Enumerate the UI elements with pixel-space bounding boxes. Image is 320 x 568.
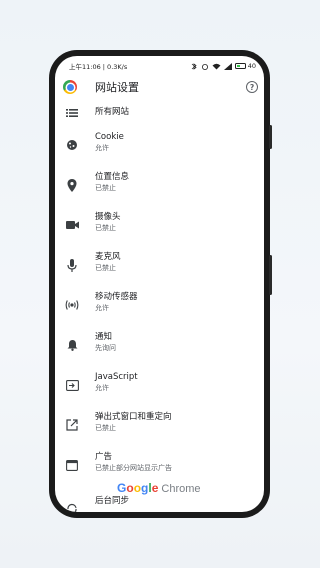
setting-label: 所有网站 bbox=[95, 107, 130, 117]
app-bar: 网站设置 ? bbox=[55, 76, 264, 98]
setting-label: 移动传感器 bbox=[95, 292, 138, 302]
setting-status: 允许 bbox=[95, 384, 109, 392]
google-chrome-watermark: Google Chrome bbox=[117, 481, 201, 495]
setting-label: 弹出式窗口和重定向 bbox=[95, 412, 172, 422]
setting-row-notifications[interactable]: 通知 先询问 bbox=[55, 330, 264, 370]
power-button bbox=[269, 255, 272, 295]
page-title: 网站设置 bbox=[95, 81, 139, 94]
setting-row-javascript[interactable]: JavaScript 允许 bbox=[55, 370, 264, 410]
location-pin-icon bbox=[65, 178, 79, 192]
signal-icon bbox=[223, 62, 232, 70]
setting-status: 已禁止 bbox=[95, 424, 116, 432]
setting-row-cookie[interactable]: Cookie 允许 bbox=[55, 130, 264, 170]
setting-label: 麦克风 bbox=[95, 252, 121, 262]
setting-label: 广告 bbox=[95, 452, 113, 462]
open-external-icon bbox=[65, 418, 79, 432]
sync-icon bbox=[65, 502, 79, 512]
setting-status: 已禁止 bbox=[95, 184, 116, 192]
chrome-wordmark: Chrome bbox=[161, 483, 201, 495]
google-wordmark: Google bbox=[117, 481, 159, 495]
chrome-logo-icon bbox=[63, 80, 77, 94]
setting-label: Cookie bbox=[95, 132, 124, 142]
setting-row-popups[interactable]: 弹出式窗口和重定向 已禁止 bbox=[55, 410, 264, 450]
battery-percent: 40 bbox=[247, 62, 256, 70]
setting-row-camera[interactable]: 摄像头 已禁止 bbox=[55, 210, 264, 250]
help-button[interactable]: ? bbox=[246, 81, 258, 93]
setting-label: JavaScript bbox=[95, 372, 138, 382]
list-icon bbox=[65, 106, 79, 120]
setting-status: 已禁止 bbox=[95, 224, 116, 232]
wifi-icon bbox=[212, 63, 221, 69]
setting-label: 位置信息 bbox=[95, 172, 130, 182]
battery-indicator: 40 bbox=[234, 62, 256, 70]
setting-row-location[interactable]: 位置信息 已禁止 bbox=[55, 170, 264, 210]
status-icons: 40 bbox=[190, 62, 256, 70]
volume-button bbox=[269, 125, 272, 149]
phone-screen: 上午11:06 | 0.3K/s 40 网站设置 ? 所有网站 Cookie 允… bbox=[55, 56, 264, 512]
status-bar: 上午11:06 | 0.3K/s 40 bbox=[55, 56, 264, 76]
setting-label: 摄像头 bbox=[95, 212, 121, 222]
setting-status: 允许 bbox=[95, 144, 109, 152]
setting-status: 先询问 bbox=[95, 344, 116, 352]
cookie-icon bbox=[65, 138, 79, 152]
setting-label: 后台同步 bbox=[95, 496, 130, 506]
ad-window-icon bbox=[65, 458, 79, 472]
javascript-icon bbox=[65, 378, 79, 392]
sensors-icon bbox=[65, 298, 79, 312]
bell-icon bbox=[65, 338, 79, 352]
setting-row-microphone[interactable]: 麦克风 已禁止 bbox=[55, 250, 264, 290]
microphone-icon bbox=[65, 258, 79, 272]
setting-status: 允许 bbox=[95, 304, 109, 312]
setting-row-motion-sensors[interactable]: 移动传感器 允许 bbox=[55, 290, 264, 330]
setting-status: 已禁止 bbox=[95, 264, 116, 272]
status-time: 上午11:06 | 0.3K/s bbox=[69, 63, 128, 71]
alarm-icon bbox=[201, 63, 208, 70]
setting-status: 已禁止部分网站显示广告 bbox=[95, 464, 172, 472]
setting-label: 通知 bbox=[95, 332, 113, 342]
bluetooth-icon bbox=[191, 62, 197, 70]
battery-icon bbox=[234, 63, 246, 69]
videocam-icon bbox=[65, 218, 79, 232]
